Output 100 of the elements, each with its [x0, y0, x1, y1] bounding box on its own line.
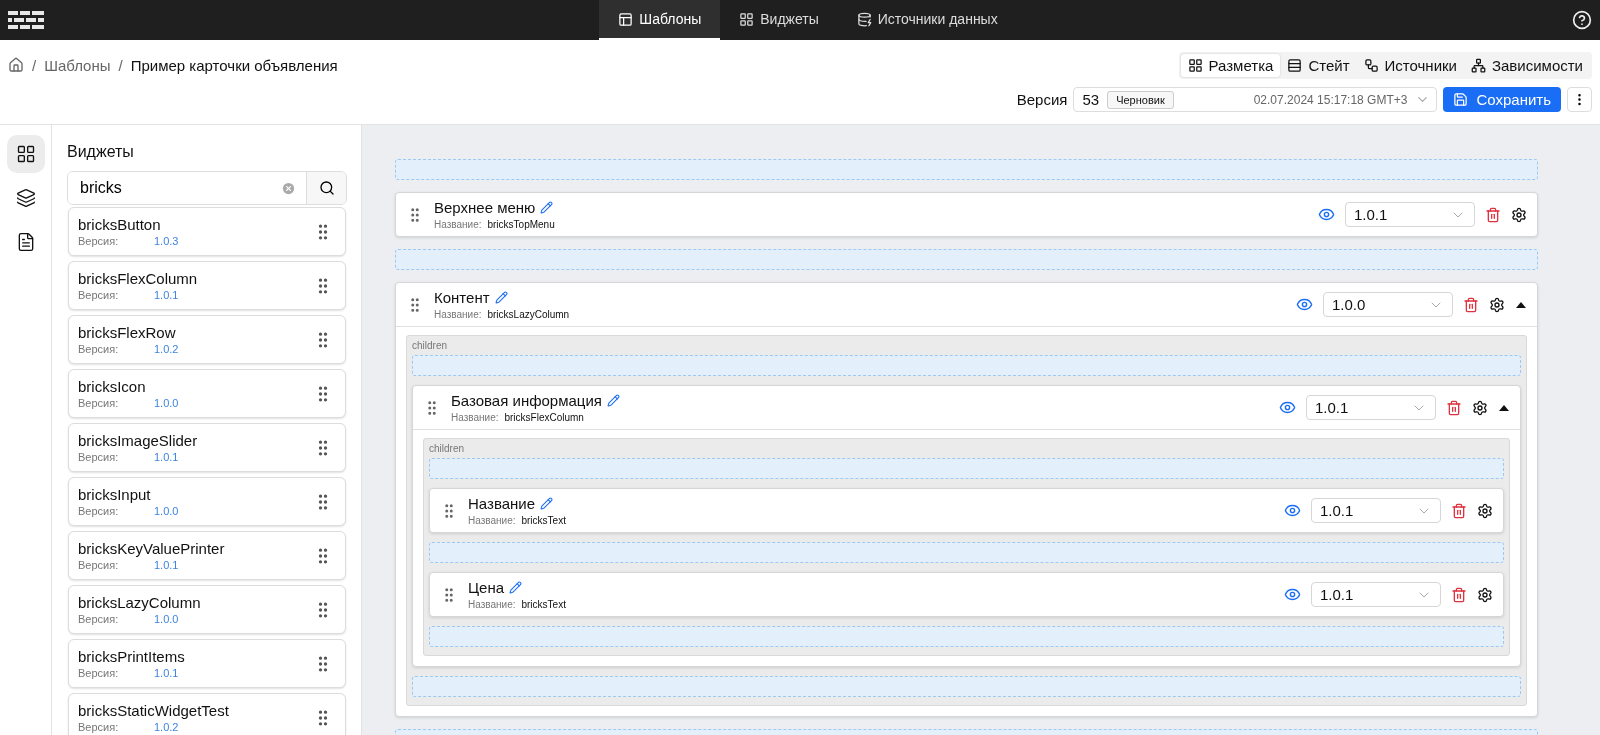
nav-tab[interactable]: Шаблоны: [599, 0, 721, 40]
version-label: Версия: [1016, 91, 1068, 108]
widget-name: bricksLazyColumn: [487, 309, 570, 320]
widget-list-item[interactable]: bricksLazyColumn Версия: 1.0.0: [68, 585, 346, 634]
nav-tab[interactable]: Виджеты: [720, 0, 838, 40]
grid-icon: [1187, 58, 1203, 73]
version-label: Версия:: [78, 505, 120, 517]
name-label: Название:: [468, 599, 516, 610]
widget-name: bricksImageSlider: [78, 432, 198, 449]
delete-icon[interactable]: [1451, 586, 1467, 603]
name-label: Название:: [451, 412, 499, 423]
edit-icon[interactable]: [540, 201, 554, 214]
breadcrumb-item[interactable]: Шаблоны: [44, 56, 111, 74]
version-label: Версия:: [78, 343, 120, 355]
version-select[interactable]: 1.0.1: [1311, 582, 1441, 607]
more-button[interactable]: [1567, 87, 1592, 112]
widget-list-item[interactable]: bricksFlexColumn Версия: 1.0.1: [68, 261, 346, 310]
edit-icon[interactable]: [606, 394, 620, 407]
database-icon: [856, 11, 872, 27]
logo-icon: [8, 11, 44, 29]
version-number: 1.0.0: [154, 397, 179, 409]
widget-list-item[interactable]: bricksButton Версия: 1.0.3: [68, 207, 346, 256]
children-label: children: [412, 340, 449, 351]
version-number: 1.0.0: [154, 505, 179, 517]
search-box[interactable]: bricks: [67, 171, 347, 205]
node-title: Контент: [434, 289, 490, 306]
widget-name: bricksTopMenu: [487, 219, 555, 230]
version-select[interactable]: 1.0.0: [1323, 292, 1453, 317]
save-button[interactable]: Сохранить: [1443, 87, 1561, 112]
delete-icon[interactable]: [1451, 502, 1467, 519]
widget-name: bricksFlexColumn: [78, 270, 198, 287]
widget-name: bricksPrintItems: [78, 648, 185, 665]
layers-icon: [15, 188, 36, 208]
table-icon: [1287, 58, 1303, 73]
version-number: 1.0.3: [154, 235, 179, 247]
eye-icon[interactable]: [1284, 586, 1301, 603]
nav-tab[interactable]: Источники данных: [837, 0, 1017, 40]
breadcrumb-separator: /: [118, 56, 123, 74]
widget-name: bricksKeyValuePrinter: [78, 540, 225, 557]
version-number: 53: [1082, 91, 1100, 108]
widget-name: bricksFlexRow: [78, 324, 177, 341]
version-label: Версия:: [78, 721, 120, 733]
settings-icon[interactable]: [1477, 502, 1493, 519]
widget-list-item[interactable]: bricksStaticWidgetTest Версия: 1.0.2: [68, 693, 346, 735]
widget-name: bricksText: [521, 599, 566, 610]
version-select[interactable]: 1.0.1: [1311, 498, 1441, 523]
settings-icon[interactable]: [1511, 206, 1527, 223]
widget-name: bricksFlexColumn: [504, 412, 584, 423]
widget-list-item[interactable]: bricksFlexRow Версия: 1.0.2: [68, 315, 346, 364]
version-number: 1.0.1: [154, 559, 179, 571]
view-tab[interactable]: Разметка: [1180, 54, 1281, 77]
version-label: Версия:: [78, 667, 120, 679]
view-tab[interactable]: Зависимости: [1463, 54, 1590, 77]
settings-icon[interactable]: [1472, 399, 1488, 416]
status-badge: Черновик: [1107, 90, 1174, 109]
name-label: Название:: [434, 219, 482, 230]
edit-icon[interactable]: [540, 497, 554, 510]
widget-list-item[interactable]: bricksInput Версия: 1.0.0: [68, 477, 346, 526]
widget-name: bricksInput: [78, 486, 152, 503]
settings-icon[interactable]: [1489, 296, 1505, 313]
breadcrumb-item: Пример карточки объявления: [130, 56, 338, 74]
version-label: Версия:: [78, 397, 120, 409]
home-icon[interactable]: [8, 57, 24, 73]
version-date: 02.07.2024 15:17:18 GMT+3: [1253, 92, 1408, 107]
node-title: Базовая информация: [451, 392, 602, 409]
version-select[interactable]: 1.0.1: [1306, 395, 1436, 420]
version-number: 1.0.2: [154, 343, 179, 355]
delete-icon[interactable]: [1485, 206, 1501, 223]
sidebar-button[interactable]: [6, 135, 45, 173]
children-label: children: [429, 443, 466, 454]
workflow-icon: [1363, 58, 1379, 73]
version-number: 1.0.1: [154, 667, 179, 679]
widget-list-item[interactable]: bricksPrintItems Версия: 1.0.1: [68, 639, 346, 688]
edit-icon[interactable]: [509, 581, 523, 594]
template-icon: [618, 11, 634, 27]
clear-icon: [281, 180, 296, 196]
view-tab[interactable]: Источники: [1356, 54, 1464, 77]
settings-icon[interactable]: [1477, 586, 1493, 603]
name-label: Название:: [434, 309, 482, 320]
widget-list-item[interactable]: bricksIcon Версия: 1.0.0: [68, 369, 346, 418]
eye-icon[interactable]: [1296, 296, 1313, 313]
widget-list-item[interactable]: bricksImageSlider Версия: 1.0.1: [68, 423, 346, 472]
save-icon: [1453, 92, 1469, 107]
widget-list-item[interactable]: bricksKeyValuePrinter Версия: 1.0.1: [68, 531, 346, 580]
search-button[interactable]: [306, 172, 346, 204]
help-icon[interactable]: [1572, 10, 1592, 30]
edit-icon[interactable]: [494, 291, 508, 304]
grid-icon: [15, 144, 36, 164]
version-select[interactable]: 53 Черновик 02.07.2024 15:17:18 GMT+3: [1073, 87, 1438, 112]
name-label: Название:: [468, 515, 516, 526]
view-tab[interactable]: Стейт: [1280, 54, 1357, 77]
node-title: Цена: [468, 579, 505, 596]
panel-title: Виджеты: [67, 143, 135, 161]
node-title: Верхнее меню: [434, 199, 536, 216]
eye-icon[interactable]: [1279, 399, 1296, 416]
delete-icon[interactable]: [1463, 296, 1479, 313]
delete-icon[interactable]: [1446, 399, 1462, 416]
version-select[interactable]: 1.0.1: [1345, 202, 1475, 227]
eye-icon[interactable]: [1318, 206, 1335, 223]
eye-icon[interactable]: [1284, 502, 1301, 519]
